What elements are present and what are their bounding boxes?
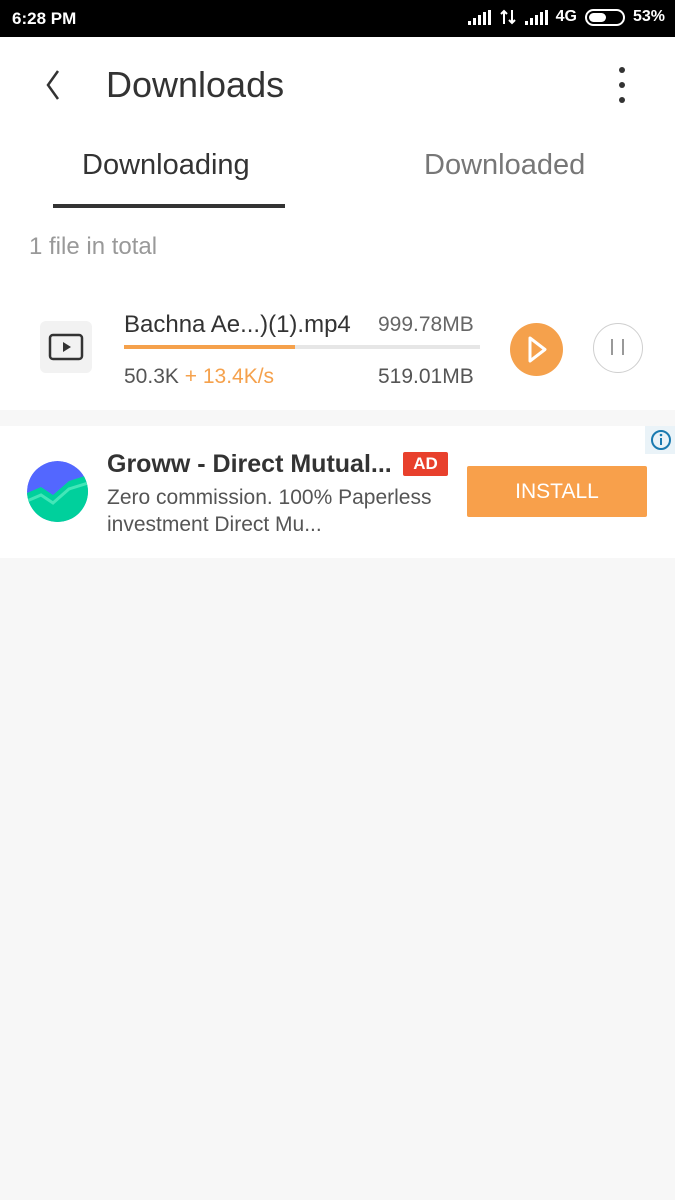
downloaded-value: 50.3K (124, 365, 179, 388)
info-icon[interactable] (645, 426, 675, 454)
pause-icon (611, 339, 624, 355)
remaining-size: 519.01MB (378, 365, 474, 388)
ad-card[interactable]: Groww - Direct Mutual... AD Zero commiss… (0, 426, 675, 558)
battery-icon (584, 8, 625, 26)
active-tab-indicator (53, 204, 285, 208)
downloads-panel: Downloads Downloading Downloaded 1 file … (0, 37, 675, 410)
status-bar: 6:28 PM 4G 53% (0, 0, 675, 37)
file-size: 999.78MB (378, 313, 474, 336)
file-count: 1 file in total (29, 233, 158, 260)
more-vertical-icon[interactable] (608, 67, 636, 103)
tab-downloaded[interactable]: Downloaded (424, 149, 585, 182)
download-item[interactable]: Bachna Ae...)(1).mp4 999.78MB 50.3K + 13… (0, 293, 675, 403)
download-progress-bar (124, 345, 480, 349)
data-transfer-icon (499, 9, 516, 25)
battery-percent: 53% (632, 8, 665, 25)
groww-logo (27, 461, 88, 522)
play-icon (528, 336, 547, 363)
play-button[interactable] (510, 323, 563, 376)
file-name: Bachna Ae...)(1).mp4 (124, 311, 351, 338)
download-speed: + 13.4K/s (184, 365, 275, 388)
network-type: 4G (555, 8, 577, 25)
status-time: 6:28 PM (12, 9, 77, 28)
status-icons: 4G 53% (467, 8, 665, 26)
page-title: Downloads (106, 64, 285, 105)
ad-description: Zero commission. 100% Paperless investme… (107, 486, 432, 536)
install-button[interactable]: INSTALL (467, 466, 647, 517)
chevron-left-icon[interactable] (38, 65, 68, 105)
ad-title: Groww - Direct Mutual... (107, 450, 392, 478)
downloaded-amount: 50.3K + 13.4K/s (124, 365, 274, 389)
pause-button[interactable] (593, 323, 643, 373)
ad-badge: AD (403, 452, 448, 476)
signal-icon (467, 9, 491, 25)
signal-icon-secondary (524, 9, 548, 25)
tab-downloading[interactable]: Downloading (82, 149, 250, 182)
progress-fill (124, 345, 295, 349)
video-file-icon (40, 321, 92, 373)
